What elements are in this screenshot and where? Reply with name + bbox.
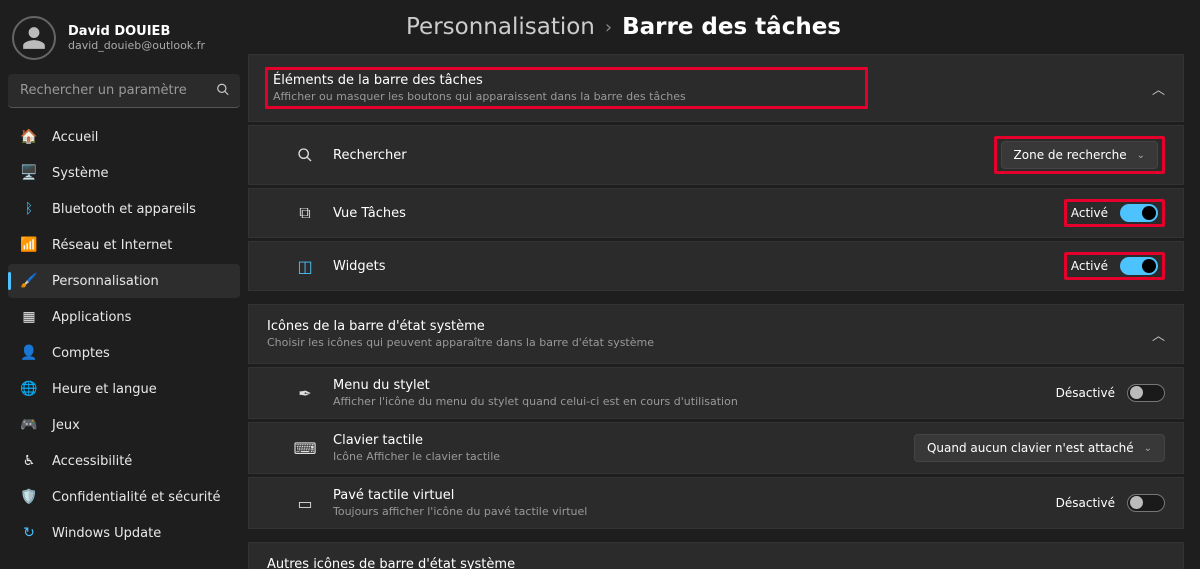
sidebar-item-time[interactable]: 🌐 Heure et langue (8, 372, 240, 406)
search-icon (295, 146, 315, 164)
search-wrap (8, 74, 240, 108)
search-input[interactable] (8, 74, 240, 108)
row-label: Menu du stylet (333, 378, 738, 393)
bluetooth-icon: ᛒ (20, 200, 38, 218)
row-desc: Toujours afficher l'icône du pavé tactil… (333, 505, 587, 518)
sidebar-item-label: Windows Update (52, 526, 161, 541)
search-icon (216, 82, 230, 101)
virtual-touchpad-row: ▭ Pavé tactile virtuel Toujours afficher… (248, 477, 1184, 529)
touch-keyboard-row: ⌨ Clavier tactile Icône Afficher le clav… (248, 422, 1184, 474)
main-content: Personnalisation › Barre des tâches Élém… (248, 0, 1200, 569)
sidebar-item-accounts[interactable]: 👤 Comptes (8, 336, 240, 370)
sidebar-item-label: Heure et langue (52, 382, 157, 397)
sidebar-item-label: Comptes (52, 346, 110, 361)
sidebar-item-apps[interactable]: ▦ Applications (8, 300, 240, 334)
gaming-icon: 🎮 (20, 416, 38, 434)
wifi-icon: 📶 (20, 236, 38, 254)
touch-keyboard-dropdown[interactable]: Quand aucun clavier n'est attaché ⌄ (914, 434, 1165, 462)
chevron-up-icon: ︿ (1152, 325, 1165, 344)
panel-title: Autres icônes de barre d'état système (267, 557, 671, 569)
sidebar-item-label: Confidentialité et sécurité (52, 490, 221, 505)
touchpad-toggle[interactable] (1127, 494, 1165, 512)
sidebar-item-gaming[interactable]: 🎮 Jeux (8, 408, 240, 442)
search-mode-dropdown[interactable]: Zone de recherche ⌄ (1001, 141, 1158, 169)
sidebar-item-label: Personnalisation (52, 274, 159, 289)
panel-title: Éléments de la barre des tâches (273, 73, 686, 88)
home-icon: 🏠 (20, 128, 38, 146)
sidebar-item-accessibility[interactable]: ♿ Accessibilité (8, 444, 240, 478)
sidebar-item-privacy[interactable]: 🛡️ Confidentialité et sécurité (8, 480, 240, 514)
toggle-state: Activé (1071, 206, 1108, 220)
sidebar-item-label: Bluetooth et appareils (52, 202, 196, 217)
widgets-toggle[interactable] (1120, 257, 1158, 275)
user-account-block[interactable]: David DOUIEB david_douieb@outlook.fr (8, 8, 240, 74)
dropdown-value: Zone de recherche (1014, 148, 1127, 162)
sidebar-item-home[interactable]: 🏠 Accueil (8, 120, 240, 154)
breadcrumb-parent[interactable]: Personnalisation (406, 14, 595, 40)
taskview-toggle[interactable] (1120, 204, 1158, 222)
accessibility-icon: ♿ (20, 452, 38, 470)
chevron-down-icon: ⌄ (1144, 443, 1152, 454)
sidebar-item-bluetooth[interactable]: ᛒ Bluetooth et appareils (8, 192, 240, 226)
taskbar-items-panel: Éléments de la barre des tâches Afficher… (248, 54, 1184, 122)
row-label: Rechercher (333, 148, 407, 163)
page-title: Barre des tâches (622, 14, 841, 40)
sidebar: David DOUIEB david_douieb@outlook.fr 🏠 Ac… (0, 0, 248, 569)
row-label: Pavé tactile virtuel (333, 488, 587, 503)
sidebar-item-update[interactable]: ↻ Windows Update (8, 516, 240, 550)
toggle-state: Désactivé (1056, 496, 1115, 510)
taskbar-items-header[interactable]: Éléments de la barre des tâches Afficher… (249, 55, 1183, 121)
sidebar-item-network[interactable]: 📶 Réseau et Internet (8, 228, 240, 262)
toggle-state: Activé (1071, 259, 1108, 273)
user-name: David DOUIEB (68, 24, 205, 39)
breadcrumb: Personnalisation › Barre des tâches (406, 6, 1184, 54)
apps-icon: ▦ (20, 308, 38, 326)
chevron-down-icon: ⌄ (1137, 150, 1145, 161)
taskbar-search-row: Rechercher Zone de recherche ⌄ (248, 125, 1184, 185)
touchpad-icon: ▭ (295, 494, 315, 512)
pen-icon: ✒ (295, 384, 315, 402)
avatar (12, 16, 56, 60)
keyboard-icon: ⌨ (295, 439, 315, 457)
row-label: Widgets (333, 259, 386, 274)
panel-title: Icônes de la barre d'état système (267, 319, 654, 334)
sidebar-item-label: Accueil (52, 130, 98, 145)
taskview-row: ⧉ Vue Tâches Activé (248, 188, 1184, 238)
sidebar-item-label: Applications (52, 310, 131, 325)
person-icon: 👤 (20, 344, 38, 362)
nav: 🏠 Accueil 🖥️ Système ᛒ Bluetooth et apparei… (8, 120, 240, 550)
sidebar-item-label: Réseau et Internet (52, 238, 172, 253)
pen-toggle[interactable] (1127, 384, 1165, 402)
tray-icons-panel: Icônes de la barre d'état système Choisi… (248, 304, 1184, 364)
shield-icon: 🛡️ (20, 488, 38, 506)
widgets-row: ◫ Widgets Activé (248, 241, 1184, 291)
sidebar-item-system[interactable]: 🖥️ Système (8, 156, 240, 190)
row-label: Vue Tâches (333, 206, 406, 221)
panel-desc: Choisir les icônes qui peuvent apparaîtr… (267, 336, 654, 349)
sidebar-item-personalization[interactable]: 🖌️ Personnalisation (8, 264, 240, 298)
globe-icon: 🌐 (20, 380, 38, 398)
sidebar-item-label: Accessibilité (52, 454, 132, 469)
pen-menu-row: ✒ Menu du stylet Afficher l'icône du men… (248, 367, 1184, 419)
panel-desc: Afficher ou masquer les boutons qui appa… (273, 90, 686, 103)
tray-icons-header[interactable]: Icônes de la barre d'état système Choisi… (249, 305, 1183, 363)
row-desc: Afficher l'icône du menu du stylet quand… (333, 395, 738, 408)
row-desc: Icône Afficher le clavier tactile (333, 450, 500, 463)
dropdown-value: Quand aucun clavier n'est attaché (927, 441, 1134, 455)
widgets-icon: ◫ (295, 257, 315, 275)
taskview-icon: ⧉ (295, 204, 315, 222)
toggle-state: Désactivé (1056, 386, 1115, 400)
chevron-up-icon: ︿ (1152, 79, 1165, 98)
update-icon: ↻ (20, 524, 38, 542)
sidebar-item-label: Système (52, 166, 108, 181)
row-label: Clavier tactile (333, 433, 500, 448)
sidebar-item-label: Jeux (52, 418, 80, 433)
other-tray-icons-panel[interactable]: Autres icônes de barre d'état système Af… (248, 542, 1184, 569)
chevron-down-icon: ⌄ (1154, 565, 1165, 569)
brush-icon: 🖌️ (20, 272, 38, 290)
chevron-right-icon: › (605, 17, 612, 38)
system-icon: 🖥️ (20, 164, 38, 182)
user-email: david_douieb@outlook.fr (68, 39, 205, 52)
